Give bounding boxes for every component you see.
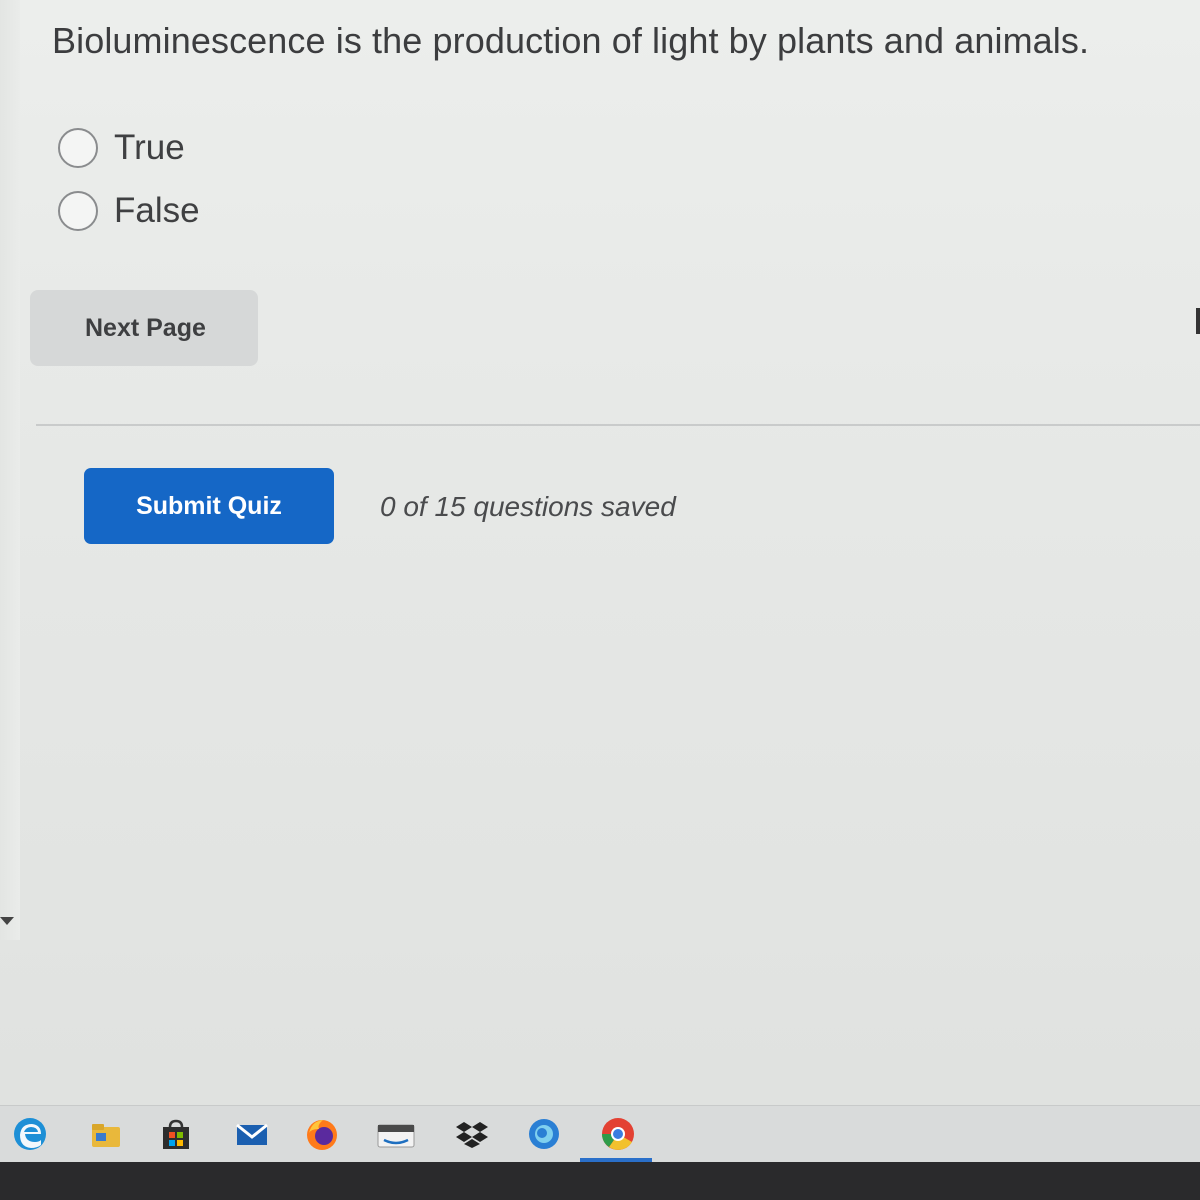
- right-edge-mark: [1196, 308, 1200, 334]
- divider: [36, 424, 1200, 426]
- chrome-icon[interactable]: [598, 1114, 638, 1154]
- firefox-icon[interactable]: [302, 1114, 342, 1154]
- left-edge-strip: [0, 0, 20, 940]
- quiz-page: Bioluminescence is the production of lig…: [0, 0, 1200, 1105]
- saved-status: 0 of 15 questions saved: [380, 491, 676, 522]
- file-explorer-icon[interactable]: [86, 1114, 126, 1154]
- radio-true[interactable]: [58, 128, 98, 168]
- cortana-icon[interactable]: [524, 1114, 564, 1154]
- monitor-bezel: [0, 1162, 1200, 1200]
- radio-false[interactable]: [58, 191, 98, 231]
- amazon-icon[interactable]: [376, 1114, 416, 1154]
- option-true-label: True: [114, 128, 185, 167]
- option-false-label: False: [114, 191, 200, 230]
- mail-icon[interactable]: [232, 1114, 272, 1154]
- question-text: Bioluminescence is the production of lig…: [52, 20, 1090, 61]
- option-false[interactable]: False: [58, 191, 200, 231]
- option-true[interactable]: True: [58, 128, 185, 168]
- submit-quiz-button[interactable]: Submit Quiz: [84, 468, 334, 544]
- store-icon[interactable]: [156, 1114, 196, 1154]
- dropbox-icon[interactable]: [452, 1114, 492, 1154]
- scroll-down-arrow-icon[interactable]: [0, 917, 14, 925]
- next-page-button[interactable]: Next Page: [30, 290, 258, 366]
- edge-icon[interactable]: [10, 1114, 50, 1154]
